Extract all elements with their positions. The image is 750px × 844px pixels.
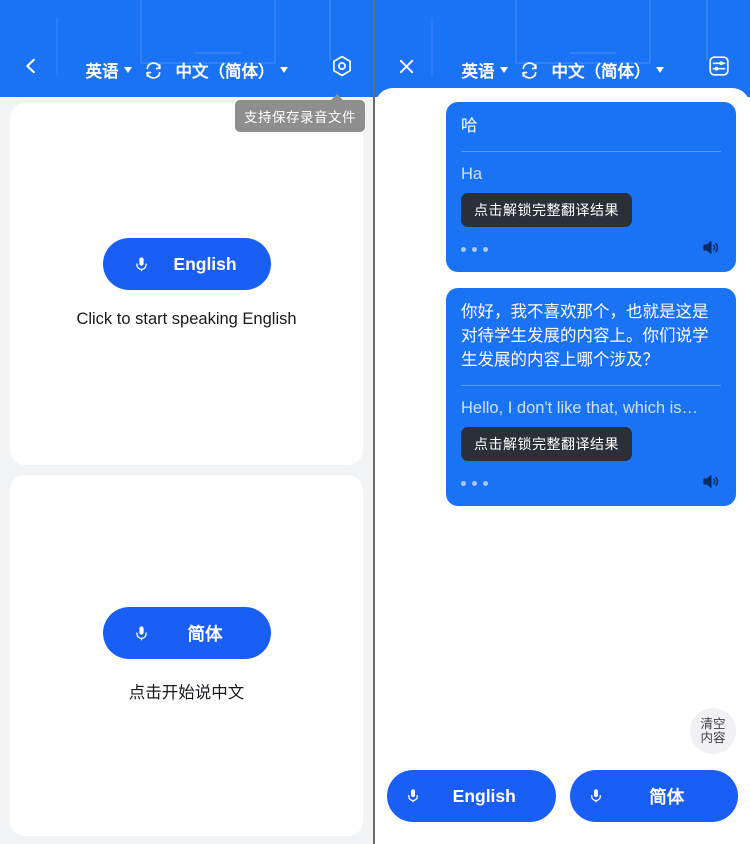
source-language-label: 英语 — [461, 63, 495, 81]
english-speak-card: English Click to start speaking English — [10, 103, 363, 465]
microphone-icon — [133, 253, 150, 276]
message-translated-text: Ha — [461, 164, 483, 183]
settings-button[interactable] — [702, 49, 736, 83]
message-translated-text: Hello, I don't like that, which is… — [461, 398, 699, 417]
chat-footer: 清空 内容 English 简体 — [375, 708, 750, 844]
target-language-label: 中文（简体） — [175, 63, 275, 81]
loading-dots-icon — [461, 481, 488, 487]
speak-cards: English Click to start speaking English … — [0, 97, 373, 844]
microphone-icon — [588, 785, 604, 807]
message-source-text: 哈 — [461, 117, 478, 135]
microphone-icon — [133, 622, 150, 645]
chevron-down-icon — [499, 67, 508, 73]
settings-button[interactable] — [325, 49, 359, 83]
source-language-button[interactable]: 英语 — [462, 58, 508, 82]
unlock-translation-chip[interactable]: 点击解锁完整翻译结果 — [461, 426, 632, 461]
save-recording-tooltip: 支持保存录音文件 — [235, 94, 365, 132]
speak-chinese-button[interactable]: 简体 — [569, 770, 738, 822]
left-header: 英语 中文（简体） — [0, 0, 373, 97]
message-source-text: 你好，我不喜欢那个，也就是这是对待学生发展的内容上。你们说学生发展的内容上哪个涉… — [461, 302, 709, 369]
speak-english-label: English — [452, 785, 516, 806]
speak-chinese-label: 简体 — [187, 623, 223, 644]
unlock-translation-chip[interactable]: 点击解锁完整翻译结果 — [461, 192, 632, 227]
speak-english-button[interactable]: English — [387, 770, 556, 822]
language-selector: 英语 中文（简体） — [48, 57, 325, 83]
message-bubble[interactable]: 你好，我不喜欢那个，也就是这是对待学生发展的内容上。你们说学生发展的内容上哪个涉… — [446, 287, 736, 506]
bubble-divider — [461, 384, 721, 386]
header-decor-line — [195, 52, 241, 54]
target-language-label: 中文（简体） — [551, 63, 651, 81]
speaker-icon[interactable] — [700, 472, 721, 496]
microphone-icon — [405, 785, 421, 807]
header-decor-line — [570, 52, 616, 54]
close-button[interactable] — [389, 49, 423, 83]
bubble-divider — [461, 150, 721, 152]
bubble-footer — [461, 472, 721, 496]
source-language-label: 英语 — [85, 63, 119, 81]
bubble-footer — [461, 238, 721, 262]
swap-languages-button[interactable] — [141, 57, 167, 83]
clear-content-button[interactable]: 清空 内容 — [690, 708, 736, 754]
chevron-down-icon — [655, 67, 664, 73]
language-selector: 英语 中文（简体） — [423, 57, 702, 83]
chat-sheet: 哈 Ha 点击解锁完整翻译结果 你好，我不喜欢那个，也就是这是对待学生发展的内容… — [375, 88, 750, 844]
right-panel: 英语 中文（简体） 哈 Ha 点击解锁完整翻译结果 你好，我不喜欢那个，也就是这… — [375, 0, 750, 844]
loading-dots-icon — [461, 247, 488, 253]
speak-chinese-label: 简体 — [649, 786, 685, 807]
chinese-speak-hint: 点击开始说中文 — [128, 684, 245, 703]
speak-chinese-button[interactable]: 简体 — [102, 607, 271, 660]
right-header: 英语 中文（简体） — [375, 0, 750, 97]
back-button[interactable] — [14, 49, 48, 83]
target-language-button[interactable]: 中文（简体） — [176, 58, 288, 82]
footer-mic-buttons: English 简体 — [387, 770, 738, 822]
chevron-down-icon — [279, 67, 288, 73]
left-panel: 英语 中文（简体） 支持保存录音文件 English Click to star… — [0, 0, 375, 844]
message-list: 哈 Ha 点击解锁完整翻译结果 你好，我不喜欢那个，也就是这是对待学生发展的内容… — [375, 88, 750, 770]
speak-english-label: English — [173, 253, 237, 274]
message-bubble[interactable]: 哈 Ha 点击解锁完整翻译结果 — [446, 102, 736, 272]
clear-content-line1: 清空 — [700, 716, 726, 731]
swap-languages-button[interactable] — [517, 57, 543, 83]
dual-panel-screen: 英语 中文（简体） 支持保存录音文件 English Click to star… — [0, 0, 750, 844]
chinese-speak-card: 简体 点击开始说中文 — [10, 474, 363, 836]
source-language-button[interactable]: 英语 — [86, 58, 132, 82]
clear-content-line2: 内容 — [700, 731, 726, 745]
target-language-button[interactable]: 中文（简体） — [552, 58, 664, 82]
chevron-down-icon — [123, 67, 132, 73]
speaker-icon[interactable] — [700, 238, 721, 262]
speak-english-button[interactable]: English — [102, 238, 271, 291]
english-speak-hint: Click to start speaking English — [76, 310, 297, 329]
